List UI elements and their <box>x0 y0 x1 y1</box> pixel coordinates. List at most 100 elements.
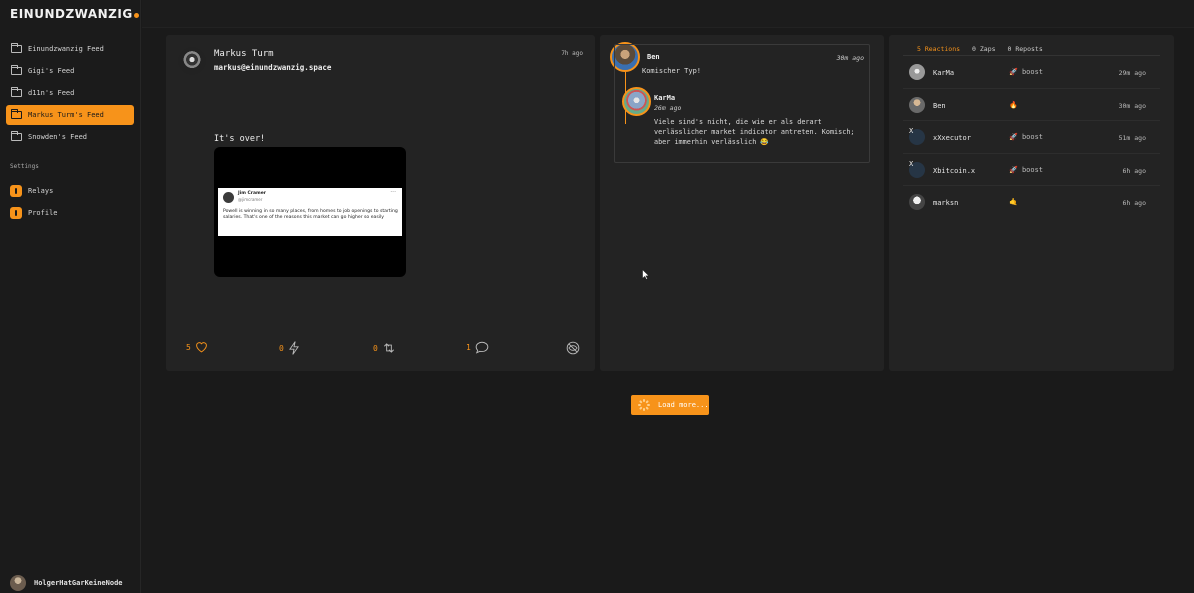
reaction-list: KarMa 🚀 boost 29m ago Ben 🔥 30m ago X xX… <box>903 56 1160 219</box>
tweet-avatar <box>223 192 234 203</box>
avatar-fallback-label: X <box>909 159 914 168</box>
more-icon: ··· <box>390 189 396 196</box>
avatar[interactable] <box>909 64 925 80</box>
tweet-author-handle: @jimcramer <box>238 197 263 202</box>
reaction-value: 🚀 boost <box>1009 133 1043 141</box>
avatar-fallback-label: X <box>909 127 914 135</box>
reactor-name[interactable]: Xbitcoin.x <box>933 167 975 175</box>
settings-heading: Settings <box>10 163 39 170</box>
rocket-icon: 🚀 <box>1009 68 1018 76</box>
fire-icon: 🔥 <box>1009 100 1018 109</box>
heart-icon <box>195 342 207 353</box>
sidebar-item-d11ns-feed[interactable]: d11n's Feed <box>6 83 134 103</box>
reply-text: Komischer Typ! <box>642 67 702 75</box>
reaction-time: 6h ago <box>1122 166 1146 175</box>
reaction-time: 29m ago <box>1118 69 1146 77</box>
thread-panel: Ben 30m ago Komischer Typ! KarMa 26m ago… <box>600 35 884 371</box>
post-card: Markus Turm markus@einundzwanzig.space 7… <box>166 35 595 371</box>
reply-author-name[interactable]: KarMa <box>654 94 675 102</box>
reaction-value: 🤙 <box>1009 198 1018 206</box>
zap-count: 0 <box>279 343 284 353</box>
zap-button[interactable]: 0 <box>279 341 300 355</box>
sidebar-item-label: Gigi's Feed <box>28 67 75 75</box>
rocket-icon: 🚀 <box>1009 133 1018 141</box>
profile-icon <box>10 207 22 219</box>
sidebar-item-snowdens-feed[interactable]: Snowden's Feed <box>6 127 134 147</box>
reaction-label: boost <box>1021 165 1044 174</box>
reactor-name[interactable]: Ben <box>933 102 946 110</box>
load-more-label: Load more... <box>658 401 709 409</box>
reply-author-name[interactable]: Ben <box>647 53 660 61</box>
current-user-name: HolgerHatGarKeineNode <box>34 579 123 587</box>
spinner-icon <box>638 399 650 411</box>
mouse-cursor-icon <box>642 269 650 280</box>
post-actions: 5 0 0 1 <box>186 341 580 357</box>
hide-button[interactable] <box>562 341 580 355</box>
avatar <box>10 575 26 591</box>
repost-button[interactable]: 0 <box>373 341 396 355</box>
sidebar-item-label: d11n's Feed <box>28 89 75 97</box>
eye-off-icon <box>566 341 580 355</box>
reply-timestamp: 26m ago <box>654 104 682 112</box>
sidebar-item-label: Einundzwanzig Feed <box>28 45 104 53</box>
avatar[interactable] <box>909 96 925 113</box>
folder-icon <box>11 65 22 75</box>
sidebar-item-label: Snowden's Feed <box>28 133 88 141</box>
reaction-label: boost <box>1021 68 1044 76</box>
sidebar-item-gigis-feed[interactable]: Gigi's Feed <box>6 61 134 81</box>
like-button[interactable]: 5 <box>186 341 208 353</box>
tweet-author-name: Jim Cramer <box>238 191 266 196</box>
avatar[interactable]: X <box>909 127 925 145</box>
tab-reposts[interactable]: 0 Reposts <box>1008 45 1043 53</box>
folder-icon <box>11 109 22 119</box>
reactor-name[interactable]: marksn <box>933 199 958 207</box>
logo-text: EINUNDZWANZIG <box>10 7 133 21</box>
reply-text: Viele sind's nicht, die wie er als derar… <box>654 118 855 146</box>
lightning-icon <box>288 341 299 355</box>
comment-icon <box>475 341 489 354</box>
logo-dot-icon <box>133 13 139 18</box>
folder-icon <box>11 87 22 97</box>
settings-nav: Relays Profile <box>10 180 58 224</box>
reactor-name[interactable]: xXxecutor <box>933 134 971 142</box>
current-user[interactable]: HolgerHatGarKeineNode <box>10 575 123 591</box>
embedded-tweet: Jim Cramer @jimcramer ··· Powell is winn… <box>218 188 402 236</box>
author-name[interactable]: Markus Turm <box>214 49 274 59</box>
top-bar <box>142 0 1194 28</box>
sidebar-item-profile[interactable]: Profile <box>10 202 58 224</box>
rocket-icon: 🚀 <box>1009 165 1018 174</box>
list-item: Ben 🔥 30m ago <box>903 89 1160 121</box>
sidebar-item-label: Profile <box>28 209 58 217</box>
sidebar-item-markus-turms-feed[interactable]: Markus Turm's Feed <box>6 105 134 125</box>
tab-zaps[interactable]: 0 Zaps <box>972 45 995 53</box>
post-timestamp: 7h ago <box>561 50 583 57</box>
sidebar-item-relays[interactable]: Relays <box>10 180 58 202</box>
reaction-value: 🚀 boost <box>1009 68 1043 76</box>
reply-button[interactable]: 1 <box>466 341 489 354</box>
reactions-panel: 5 Reactions 0 Zaps 0 Reposts KarMa 🚀 boo… <box>889 35 1174 371</box>
sidebar: EINUNDZWANZIG Einundzwanzig Feed Gigi's … <box>0 0 141 593</box>
author-avatar[interactable] <box>178 47 206 75</box>
avatar[interactable]: X <box>909 159 925 178</box>
reply-count: 1 <box>466 343 471 352</box>
tweet-body: Powell is winning in so many places, fro… <box>223 209 398 220</box>
reaction-time: 51m ago <box>1118 134 1146 142</box>
sidebar-item-einundzwanzig-feed[interactable]: Einundzwanzig Feed <box>6 39 134 59</box>
post-media[interactable]: Jim Cramer @jimcramer ··· Powell is winn… <box>214 147 406 277</box>
post-text: It's over! <box>214 134 266 144</box>
load-more-button[interactable]: Load more... <box>631 395 709 415</box>
list-item: X Xbitcoin.x 🚀 boost 6h ago <box>903 154 1160 186</box>
repost-count: 0 <box>373 343 378 353</box>
list-item: X xXxecutor 🚀 boost 51m ago <box>903 121 1160 154</box>
sidebar-item-label: Markus Turm's Feed <box>28 111 104 119</box>
reply-avatar[interactable] <box>622 87 651 116</box>
call-me-hand-icon: 🤙 <box>1009 198 1018 206</box>
reaction-time: 6h ago <box>1122 199 1146 207</box>
relays-icon <box>10 185 22 197</box>
repost-icon <box>383 343 394 353</box>
reaction-time: 30m ago <box>1118 101 1146 110</box>
avatar[interactable] <box>909 194 925 210</box>
logo[interactable]: EINUNDZWANZIG <box>10 7 139 21</box>
tab-reactions[interactable]: 5 Reactions <box>917 45 960 53</box>
reactor-name[interactable]: KarMa <box>933 69 954 77</box>
